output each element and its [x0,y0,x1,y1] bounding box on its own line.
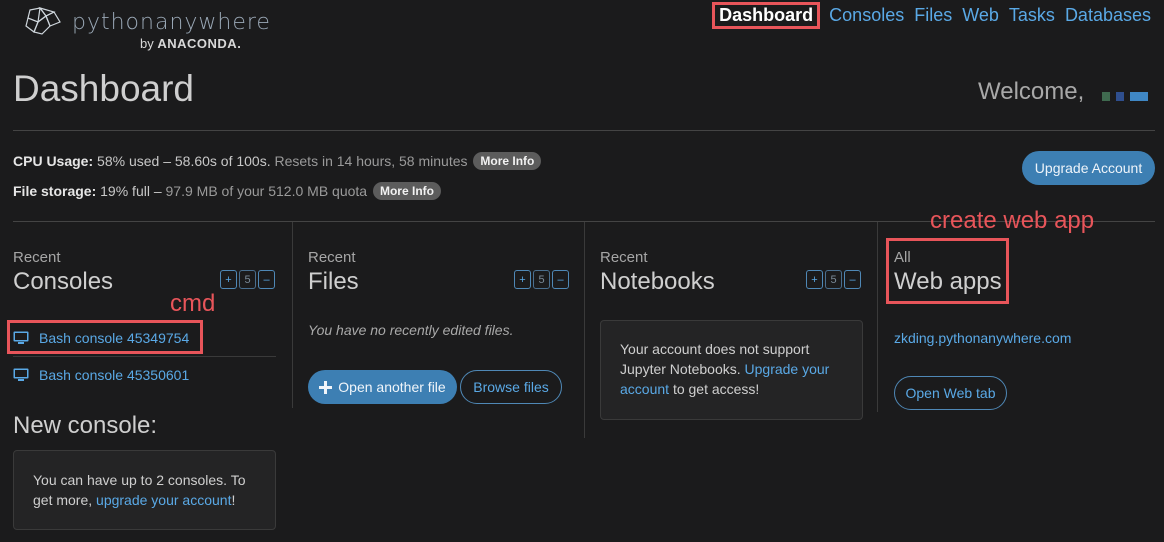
cpu-more-info-button[interactable]: More Info [473,152,542,170]
consoles-increase-button[interactable]: + [220,270,237,289]
nav-web[interactable]: Web [957,3,1004,28]
cpu-usage-value: 58% used – 58.60s of 100s. [97,153,271,169]
nav-dashboard[interactable]: Dashboard [712,2,821,29]
annotation-box-console [7,320,203,354]
new-console-heading: New console: [13,412,158,439]
consoles-decrease-button[interactable]: – [258,270,275,289]
open-another-file-label: Open another file [338,379,446,395]
welcome-square-3 [1130,92,1148,101]
notebooks-heading: Notebooks [600,268,715,295]
nav-tasks[interactable]: Tasks [1004,3,1060,28]
welcome-square-2 [1116,92,1124,101]
upgrade-account-button[interactable]: Upgrade Account [1022,151,1155,185]
consoles-count: 5 [239,270,256,289]
column-separator-1 [292,222,293,408]
cpu-usage: CPU Usage: 58% used – 58.60s of 100s. Re… [13,152,542,170]
upgrade-account-link[interactable]: upgrade your account [96,492,231,508]
welcome-text: Welcome, [978,78,1085,105]
browse-files-button[interactable]: Browse files [460,370,562,404]
column-separator-3 [877,222,878,412]
page-title: Dashboard [13,68,195,109]
files-kicker: Recent [308,249,356,266]
welcome-square-1 [1102,92,1110,101]
column-separator-2 [584,222,585,438]
file-storage-value: 19% full – [100,183,162,199]
brand-by-word: by [140,36,154,51]
no-recent-files-text: You have no recently edited files. [308,322,514,338]
files-count: 5 [533,270,550,289]
notebooks-decrease-button[interactable]: – [844,270,861,289]
open-web-tab-button[interactable]: Open Web tab [894,376,1007,410]
webapp-link[interactable]: zkding.pythonanywhere.com [894,330,1071,346]
files-decrease-button[interactable]: – [552,270,569,289]
annotation-create-web-app: create web app [930,207,1095,234]
files-increase-button[interactable]: + [514,270,531,289]
consoles-stepper: + 5 – [220,270,275,289]
brand-by: by ANACONDA. [140,36,241,51]
file-storage: File storage: 19% full – 97.9 MB of your… [13,182,441,200]
cpu-usage-label: CPU Usage: [13,153,94,169]
notebooks-increase-button[interactable]: + [806,270,823,289]
annotation-cmd: cmd [170,290,216,317]
file-more-info-button[interactable]: More Info [372,182,441,200]
cpu-reset-text: Resets in 14 hours, 58 minutes [274,153,468,169]
notebooks-stepper: + 5 – [806,270,861,289]
brand-logo[interactable]: pythonanywhere by ANACONDA. [24,6,270,54]
open-another-file-button[interactable]: Open another file [308,370,457,404]
notebooks-kicker: Recent [600,249,648,266]
consoles-heading: Consoles [13,268,114,295]
notebooks-info-box: Your account does not support Jupyter No… [600,320,863,420]
annotation-box-webapps [886,238,1009,304]
console-limit-box: You can have up to 2 consoles. To get mo… [13,450,276,530]
files-stepper: + 5 – [514,270,569,289]
notebooks-count: 5 [825,270,842,289]
plus-icon [319,380,333,394]
file-storage-label: File storage: [13,183,97,199]
nav-files[interactable]: Files [909,3,957,28]
notebooks-message-end: to get access! [672,381,760,397]
console-list-divider [13,356,276,357]
divider-top [13,130,1155,131]
brand-name: pythonanywhere [72,10,271,35]
monitor-icon [13,368,29,381]
console-limit-end: ! [231,492,236,508]
top-nav: Dashboard Consoles Files Web Tasks Datab… [712,2,1156,29]
brand-company: ANACONDA. [157,36,242,51]
pythonanywhere-logo-icon [25,6,61,35]
console-link-label: Bash console 45350601 [39,367,190,383]
welcome-squares [1102,92,1148,101]
nav-consoles[interactable]: Consoles [824,3,909,28]
files-heading: Files [308,268,359,295]
consoles-kicker: Recent [13,249,61,266]
nav-databases[interactable]: Databases [1060,3,1156,28]
console-link-45350601[interactable]: Bash console 45350601 [13,367,189,383]
file-storage-detail: 97.9 MB of your 512.0 MB quota [165,183,368,199]
